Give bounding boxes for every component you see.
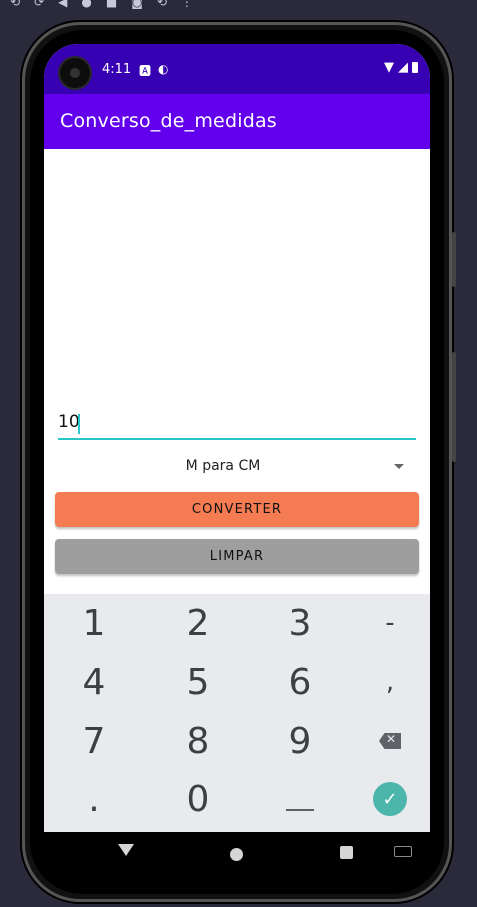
rotate-left-icon[interactable]: ⟲ bbox=[10, 0, 20, 9]
key-3[interactable]: 3 bbox=[252, 594, 348, 652]
clear-button[interactable]: LIMPAR bbox=[55, 539, 419, 574]
value-input-wrap bbox=[58, 406, 416, 440]
underscore-icon bbox=[286, 787, 314, 811]
key-6[interactable]: 6 bbox=[252, 653, 348, 711]
status-time: 4:11 bbox=[102, 62, 132, 77]
numeric-keyboard: 1 2 3 - 4 5 6 , 7 8 9 . 0 ✓ bbox=[44, 594, 430, 832]
back-icon[interactable]: ◀ bbox=[58, 0, 67, 9]
camera-cutout bbox=[60, 58, 90, 88]
conversion-spinner[interactable]: M para CM bbox=[58, 452, 416, 482]
overview-icon[interactable]: ■ bbox=[106, 0, 117, 9]
battery-icon bbox=[412, 62, 418, 73]
key-comma[interactable]: , bbox=[342, 653, 430, 711]
camera-icon[interactable]: ◙ bbox=[131, 0, 143, 9]
key-4[interactable]: 4 bbox=[46, 653, 142, 711]
key-minus[interactable]: - bbox=[342, 594, 430, 652]
key-7[interactable]: 7 bbox=[46, 712, 142, 770]
key-underscore[interactable] bbox=[252, 770, 348, 828]
navigation-bar bbox=[44, 832, 430, 870]
key-8[interactable]: 8 bbox=[150, 712, 246, 770]
app-bar: Converso_de_medidas bbox=[44, 94, 430, 149]
keyboard-icon[interactable] bbox=[394, 846, 412, 857]
status-icons: ▼ ◢ bbox=[384, 60, 418, 75]
status-bar: 4:11 🅰 ◐ ▼ ◢ bbox=[44, 44, 430, 94]
rotate-right-icon[interactable]: ⟳ bbox=[34, 0, 44, 9]
convert-button[interactable]: CONVERTER bbox=[55, 492, 419, 527]
notification-p-icon: ◐ bbox=[158, 62, 169, 76]
back-icon[interactable] bbox=[118, 844, 134, 856]
key-done[interactable]: ✓ bbox=[342, 770, 430, 828]
key-2[interactable]: 2 bbox=[150, 594, 246, 652]
value-input[interactable] bbox=[58, 406, 416, 440]
signal-icon: ◢ bbox=[398, 60, 408, 75]
check-icon: ✓ bbox=[373, 782, 407, 816]
key-period[interactable]: . bbox=[46, 770, 142, 828]
recents-icon[interactable] bbox=[340, 846, 353, 859]
emulator-toolbar: ⟲ ⟳ ◀ ● ■ ◙ ⟲ ⋮ bbox=[0, 0, 477, 12]
home-icon[interactable] bbox=[230, 848, 243, 861]
replay-icon[interactable]: ⟲ bbox=[157, 0, 167, 9]
key-backspace[interactable] bbox=[342, 712, 430, 770]
key-0[interactable]: 0 bbox=[150, 770, 246, 828]
more-icon[interactable]: ⋮ bbox=[181, 0, 193, 9]
key-1[interactable]: 1 bbox=[46, 594, 142, 652]
home-icon[interactable]: ● bbox=[81, 0, 91, 9]
chevron-down-icon bbox=[394, 464, 404, 469]
app-title: Converso_de_medidas bbox=[60, 110, 277, 132]
volume-button bbox=[452, 232, 456, 287]
key-5[interactable]: 5 bbox=[150, 653, 246, 711]
device-screen: 4:11 🅰 ◐ ▼ ◢ Converso_de_medidas M para … bbox=[44, 44, 430, 870]
conversion-selected: M para CM bbox=[185, 458, 261, 474]
backspace-icon bbox=[379, 733, 401, 749]
notification-a-icon: 🅰 bbox=[139, 64, 152, 78]
text-cursor bbox=[78, 414, 80, 434]
power-button bbox=[452, 352, 456, 462]
key-9[interactable]: 9 bbox=[252, 712, 348, 770]
wifi-icon: ▼ bbox=[384, 60, 394, 75]
